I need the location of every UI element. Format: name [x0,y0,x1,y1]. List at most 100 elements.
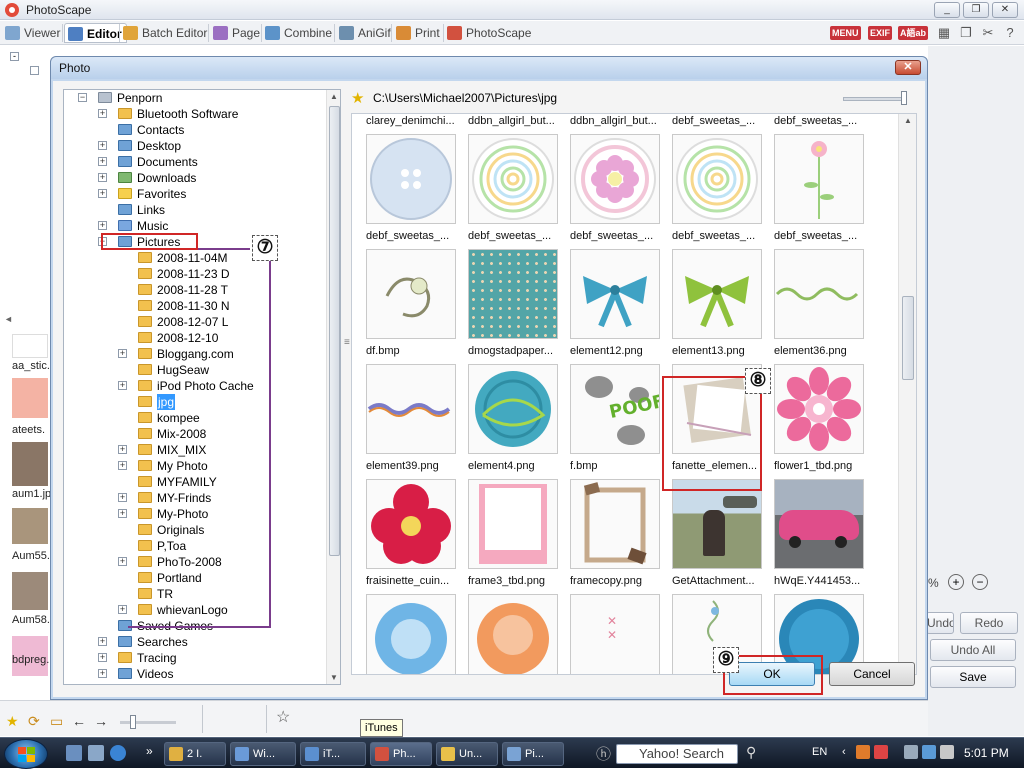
thumbnail-item[interactable]: df.bmp [366,249,468,364]
switch-windows-icon[interactable] [88,745,104,761]
exif-badge[interactable]: EXIF [868,26,893,40]
tree-item[interactable]: Links [64,202,324,218]
tree-item[interactable]: − Penporn [64,90,324,106]
save-button[interactable]: Save [930,666,1016,688]
tree-item[interactable]: Contacts [64,122,324,138]
folder-icon[interactable]: ▭ [50,713,63,730]
thumbnail-scrollbar[interactable]: ▲ ▼ [898,114,916,674]
language-badge[interactable]: A語ab [898,26,929,40]
thumbnail-image[interactable] [774,134,864,224]
tray-app-icon[interactable] [856,745,870,759]
expand-icon[interactable]: + [118,381,127,390]
show-desktop-icon[interactable] [66,745,82,761]
tab-page[interactable]: Page [210,23,264,43]
tree-item[interactable]: jpg [64,394,324,410]
thumbnail-item[interactable] [468,594,570,674]
expand-icon[interactable]: + [98,189,107,198]
thumbnail-item[interactable]: element39.png [366,364,468,479]
thumbnail-item[interactable]: flower1_tbd.png [774,364,876,479]
bg-tree-expander[interactable] [30,66,39,75]
thumbnail-item[interactable]: debf_sweetas_... [774,114,876,134]
tree-item[interactable]: kompee [64,410,324,426]
tree-item[interactable]: + MY-Frinds [64,490,324,506]
tree-item[interactable]: 2008-12-07 L [64,314,324,330]
tree-item[interactable]: 2008-11-28 T [64,282,324,298]
undo-button[interactable]: Undo [926,612,954,634]
tree-item[interactable]: + Bluetooth Software [64,106,324,122]
tree-item[interactable]: + Tracing [64,650,324,666]
tray-app-icon[interactable] [904,745,918,759]
tree-item[interactable]: + Documents [64,154,324,170]
thumbnail-item[interactable] [366,594,468,674]
tree-item[interactable]: Portland [64,570,324,586]
tree-item[interactable]: + Downloads [64,170,324,186]
bg-thumb[interactable] [12,334,48,358]
tools-icon[interactable]: ✂ [980,25,996,41]
tab-combine[interactable]: Combine [262,23,336,43]
expand-icon[interactable]: + [98,637,107,646]
thumbnail-zoom-slider[interactable] [843,97,907,101]
thumbnail-item[interactable]: dmogstadpaper... [468,249,570,364]
thumbnail-image[interactable] [570,479,660,569]
tab-batch-editor[interactable]: Batch Editor [120,23,211,43]
tree-item[interactable]: + Favorites [64,186,324,202]
clock[interactable]: 5:01 PM [964,746,1009,760]
thumbnail-image[interactable] [366,594,456,674]
thumbnail-image[interactable] [672,249,762,339]
tree-item[interactable]: + My-Photo [64,506,324,522]
tab-anigif[interactable]: AniGif [336,23,395,43]
taskbar-button[interactable]: Ph... [370,742,432,766]
tree-item[interactable]: + PhoTo-2008 [64,554,324,570]
dialog-close-button[interactable]: ✕ [895,60,921,75]
expand-icon[interactable]: + [98,157,107,166]
tree-item[interactable]: + MIX_MIX [64,442,324,458]
thumbnail-item[interactable]: debf_sweetas_... [672,134,774,249]
thumbnail-image[interactable] [774,364,864,454]
search-icon[interactable]: ⚲ [746,744,756,761]
star-icon[interactable]: ★ [6,713,19,730]
thumbnail-item[interactable]: debf_sweetas_... [774,134,876,249]
thumbnail-image[interactable] [366,134,456,224]
zoom-out-icon[interactable]: − [972,574,988,590]
thumbnail-image[interactable] [774,479,864,569]
thumbnail-image[interactable] [468,479,558,569]
expand-icon[interactable]: + [98,669,107,678]
slider-thumb[interactable] [130,715,136,729]
tree-item[interactable]: + Searches [64,634,324,650]
undo-all-button[interactable]: Undo All [930,639,1016,661]
maximize-button[interactable]: ❐ [963,2,989,18]
yahoo-search-box[interactable]: Yahoo! Search [616,744,738,764]
thumbnail-image[interactable] [468,134,558,224]
tree-item[interactable]: + iPod Photo Cache [64,378,324,394]
tree-item[interactable]: TR [64,586,324,602]
thumbnail-image[interactable] [468,364,558,454]
scroll-up-icon[interactable]: ▲ [904,116,912,125]
tree-item[interactable]: 2008-11-30 N [64,298,324,314]
thumbnail-item[interactable]: GetAttachment... [672,479,774,594]
bg-thumb[interactable] [12,378,48,418]
thumbnail-item[interactable]: debf_sweetas_... [468,134,570,249]
redo-button[interactable]: Redo [960,612,1018,634]
taskbar-button[interactable]: Wi... [230,742,296,766]
tree-item[interactable]: 2008-11-23 D [64,266,324,282]
tab-viewer[interactable]: Viewer [2,23,64,43]
frames-icon[interactable]: ▦ [936,25,952,41]
thumbnail-item[interactable]: frame3_tbd.png [468,479,570,594]
tree-scrollbar[interactable]: ▲ ▼ [326,90,340,684]
expand-icon[interactable]: + [118,445,127,454]
collapse-icon[interactable]: − [78,93,87,102]
expand-icon[interactable]: + [118,509,127,518]
tree-item[interactable]: + Bloggang.com [64,346,324,362]
tree-scroll-thumb[interactable] [329,106,340,556]
scroll-up-icon[interactable]: ▲ [330,92,338,101]
network-icon[interactable] [922,745,936,759]
thumbnail-item[interactable]: ddbn_allgirl_but... [468,114,570,134]
expand-icon[interactable]: + [98,653,107,662]
thumbnail-image[interactable] [366,249,456,339]
thumbnail-item[interactable]: POOF f.bmp [570,364,672,479]
thumbnail-image[interactable]: POOF [570,364,660,454]
bg-scroll-left-icon[interactable]: ◄ [4,314,13,324]
expand-icon[interactable]: + [118,557,127,566]
thumbnail-item[interactable]: fraisinette_cuin... [366,479,468,594]
language-indicator[interactable]: EN [812,746,827,758]
